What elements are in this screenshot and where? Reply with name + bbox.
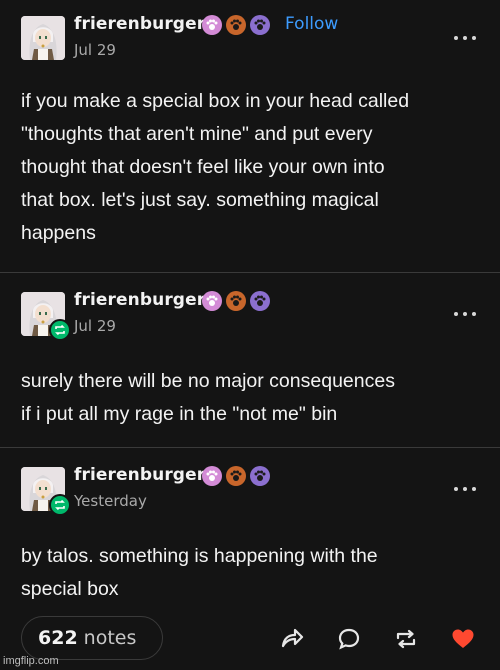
post-date[interactable]: Jul 29 [74,317,116,335]
notes-label: notes [83,627,137,649]
paw-badge-icon[interactable] [202,15,222,35]
post-footer: 622 notes [0,614,500,670]
like-icon[interactable] [450,626,476,652]
post-body-line: surely there will be no major consequenc… [21,370,395,392]
notes-button[interactable]: 622 notes [21,616,163,660]
paw-badge-icon[interactable] [226,466,246,486]
username[interactable]: frierenburger [74,290,205,310]
badge-group [202,466,270,486]
more-options-icon[interactable] [454,486,476,492]
share-icon[interactable] [279,626,305,652]
post-body-line: if you make a special box in your head c… [21,90,410,112]
post-body-line: "thoughts that aren't mine" and put ever… [21,123,373,145]
paw-badge-icon[interactable] [250,15,270,35]
reply-icon[interactable] [336,626,362,652]
post-body-line: special box [21,578,119,600]
paw-badge-icon[interactable] [202,466,222,486]
more-options-icon[interactable] [454,311,476,317]
anime-character-avatar-icon [21,16,65,60]
post-body: by talos. something is happening with th… [21,540,470,606]
post-body-line: that box. let's just say. something magi… [21,189,379,211]
post-body: if you make a special box in your head c… [21,85,470,250]
reblog-icon[interactable] [393,626,419,652]
badge-group [202,15,270,35]
reblog-badge-icon [49,319,71,341]
post-reblog: frierenburger Jul 29 surely there will b… [0,272,500,447]
watermark-text: imgflip.com [3,655,59,667]
paw-badge-icon[interactable] [202,291,222,311]
avatar[interactable] [21,16,65,60]
paw-badge-icon[interactable] [226,15,246,35]
post-original: frierenburger Follow Jul 29 if you make … [0,0,500,272]
reblog-badge-icon [49,494,71,516]
paw-badge-icon[interactable] [250,466,270,486]
username[interactable]: frierenburger [74,14,205,34]
notes-count: 622 [38,627,78,649]
username[interactable]: frierenburger [74,465,205,485]
follow-button[interactable]: Follow [285,14,338,34]
paw-badge-icon[interactable] [226,291,246,311]
post-body-line: by talos. something is happening with th… [21,545,378,567]
more-options-icon[interactable] [454,35,476,41]
post-date[interactable]: Yesterday [74,492,147,510]
post-body-line: if i put all my rage in the "not me" bin [21,403,338,425]
paw-badge-icon[interactable] [250,291,270,311]
badge-group [202,291,270,311]
post-body: surely there will be no major consequenc… [21,365,470,431]
post-date[interactable]: Jul 29 [74,41,116,59]
post-body-line: happens [21,222,96,244]
post-body-line: thought that doesn't feel like your own … [21,156,385,178]
